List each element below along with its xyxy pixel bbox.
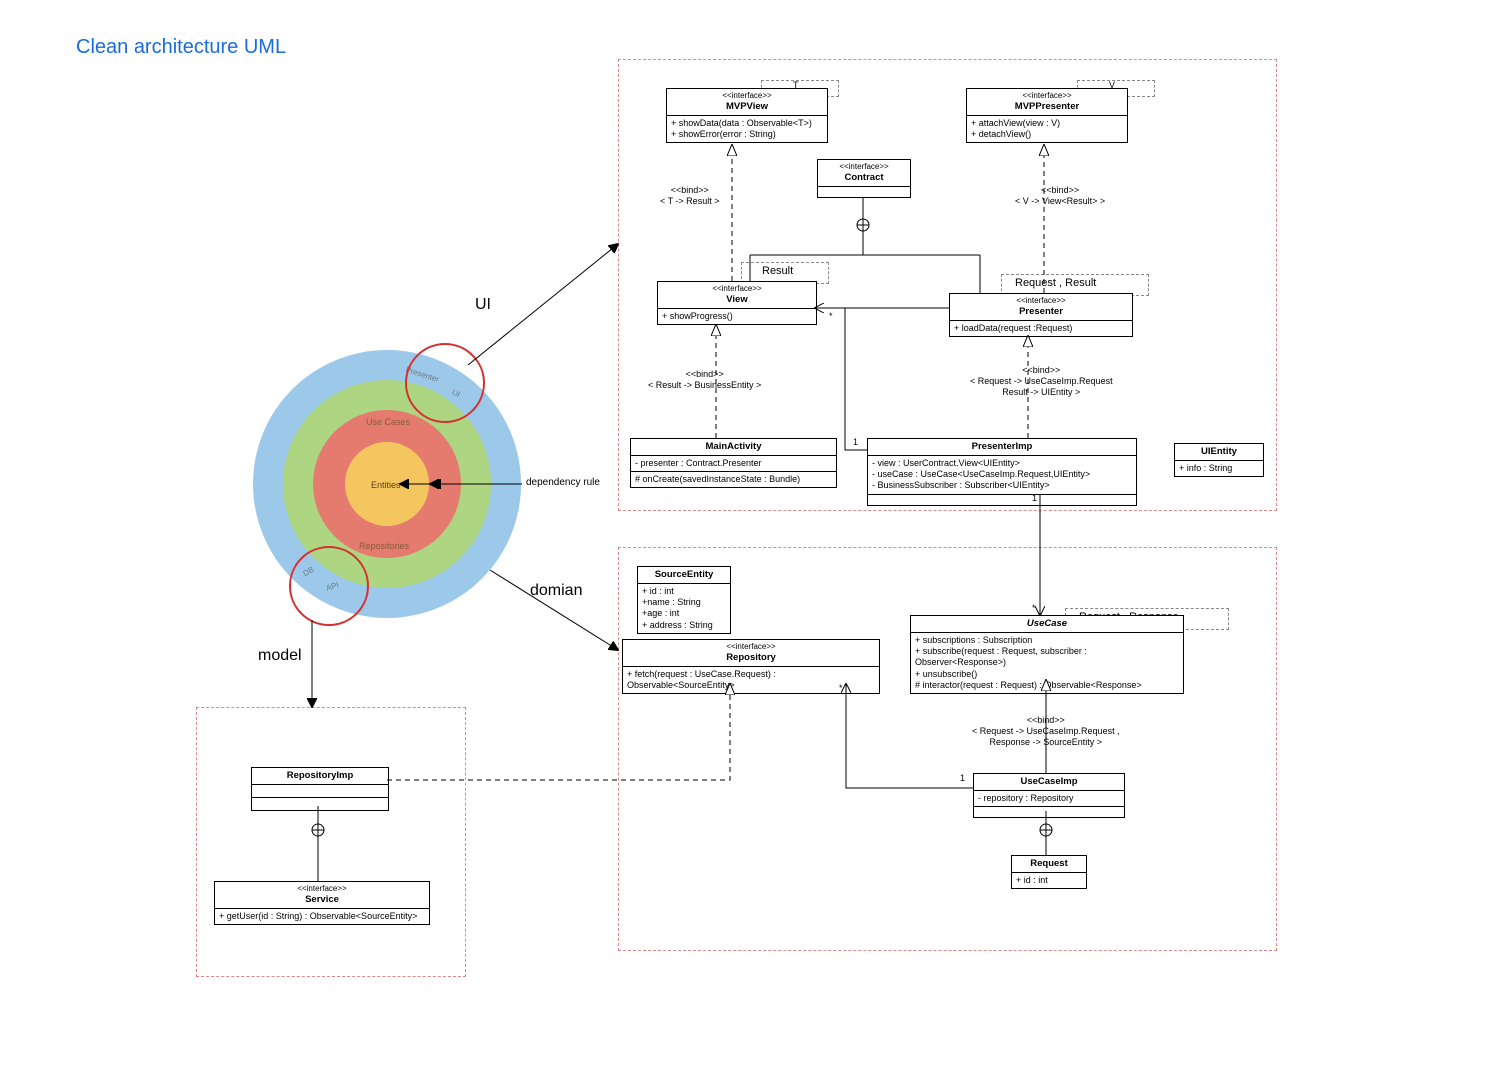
region-box-model bbox=[196, 707, 466, 977]
class-usecaseimp: UseCaseImp - repository : Repository bbox=[973, 773, 1125, 818]
stereo: <<interface>> bbox=[219, 884, 425, 894]
op: # onCreate(savedInstanceState : Bundle) bbox=[635, 474, 832, 485]
op: # interactor(request : Request) : Observ… bbox=[915, 680, 1179, 691]
op: + detachView() bbox=[971, 129, 1123, 140]
label-ui: UI bbox=[475, 296, 491, 314]
mult-1-b: 1 bbox=[1032, 493, 1037, 504]
tparam-reqres-label: Request , Result bbox=[1015, 277, 1096, 290]
label-domain: domian bbox=[530, 582, 582, 600]
attr: +name : String bbox=[642, 597, 726, 608]
stereo: <<interface>> bbox=[971, 91, 1123, 101]
name: UseCaseImp bbox=[978, 776, 1120, 788]
mult-star-c: * bbox=[839, 683, 843, 694]
class-mainactivity: MainActivity - presenter : Contract.Pres… bbox=[630, 438, 837, 488]
name: Request bbox=[1016, 858, 1082, 870]
mult-star-a: * bbox=[829, 311, 833, 322]
attr: +age : int bbox=[642, 608, 726, 619]
op: + subscriptions : Subscription bbox=[915, 635, 1179, 646]
attr: - presenter : Contract.Presenter bbox=[635, 458, 832, 469]
class-mvpview: <<interface>> MVPView + showData(data : … bbox=[666, 88, 828, 143]
ring-label-usecases: Use Cases bbox=[366, 417, 410, 427]
name: View bbox=[662, 294, 812, 306]
attr: + address : String bbox=[642, 620, 726, 631]
op: + unsubscribe() bbox=[915, 669, 1179, 680]
op: + showData(data : Observable<T>) bbox=[671, 118, 823, 129]
class-mvppresenter: <<interface>> MVPPresenter + attachView(… bbox=[966, 88, 1128, 143]
attr: - useCase : UseCase<UseCaseImp.Request,U… bbox=[872, 469, 1132, 480]
ann-bind-result-business: <<bind>>< Result -> BusinessEntity > bbox=[648, 369, 761, 391]
attr: + info : String bbox=[1179, 463, 1259, 474]
ring-label-repositories: Repositories bbox=[359, 541, 409, 551]
class-view: <<interface>> View + showProgress() bbox=[657, 281, 817, 325]
ann-bind-req-usecase: <<bind>>< Request -> UseCaseImp.RequestR… bbox=[970, 365, 1113, 397]
op: + loadData(request :Request) bbox=[954, 323, 1128, 334]
name: PresenterImp bbox=[872, 441, 1132, 453]
name: UseCase bbox=[915, 618, 1179, 630]
attr: + id : int bbox=[642, 586, 726, 597]
stereo: <<interface>> bbox=[954, 296, 1128, 306]
tparam-result-label: Result bbox=[762, 265, 793, 278]
class-contract: <<interface>> Contract bbox=[817, 159, 911, 198]
stereo: <<interface>> bbox=[822, 162, 906, 172]
class-repositoryimp: RepositoryImp bbox=[251, 767, 389, 811]
name: MVPView bbox=[671, 101, 823, 113]
label-model: model bbox=[258, 647, 302, 665]
op: + showError(error : String) bbox=[671, 129, 823, 140]
ann-bind-t-result: <<bind>>< T -> Result > bbox=[660, 185, 719, 207]
name: MVPPresenter bbox=[971, 101, 1123, 113]
attr: + id : int bbox=[1016, 875, 1082, 886]
diagram-title: Clean architecture UML bbox=[76, 36, 286, 59]
class-usecase: UseCase + subscriptions : Subscription +… bbox=[910, 615, 1184, 694]
ring-label-entities: Entities bbox=[371, 480, 401, 490]
mult-star-b: * bbox=[1032, 603, 1036, 614]
name: RepositoryImp bbox=[256, 770, 384, 782]
stereo: <<interface>> bbox=[671, 91, 823, 101]
name: UIEntity bbox=[1179, 446, 1259, 458]
op: + attachView(view : V) bbox=[971, 118, 1123, 129]
class-uientity: UIEntity + info : String bbox=[1174, 443, 1264, 477]
mult-1-c: 1 bbox=[960, 773, 965, 784]
op: + subscribe(request : Request, subscribe… bbox=[915, 646, 1179, 669]
ann-bind-v-view: <<bind>>< V -> View<Result> > bbox=[1015, 185, 1105, 207]
name: SourceEntity bbox=[642, 569, 726, 581]
op: + fetch(request : UseCase.Request) : Obs… bbox=[627, 669, 875, 692]
class-request: Request + id : int bbox=[1011, 855, 1087, 889]
red-ring-top bbox=[405, 343, 485, 423]
name: Repository bbox=[627, 652, 875, 664]
op: + showProgress() bbox=[662, 311, 812, 322]
name: MainActivity bbox=[635, 441, 832, 453]
name: Contract bbox=[822, 172, 906, 184]
name: Service bbox=[219, 894, 425, 906]
ann-bind-req-resp: <<bind>>< Request -> UseCaseImp.Request … bbox=[972, 715, 1120, 747]
name: Presenter bbox=[954, 306, 1128, 318]
op: + getUser(id : String) : Observable<Sour… bbox=[219, 911, 425, 922]
class-sourceentity: SourceEntity + id : int +name : String +… bbox=[637, 566, 731, 634]
attr: - BusinessSubscriber : Subscriber<UIEnti… bbox=[872, 480, 1132, 491]
red-ring-bottom bbox=[289, 546, 369, 626]
mult-1-a: 1 bbox=[853, 437, 858, 448]
attr: - view : UserContract.View<UIEntity> bbox=[872, 458, 1132, 469]
stereo: <<interface>> bbox=[627, 642, 875, 652]
class-presenterimp: PresenterImp - view : UserContract.View<… bbox=[867, 438, 1137, 506]
stereo: <<interface>> bbox=[662, 284, 812, 294]
attr: - repository : Repository bbox=[978, 793, 1120, 804]
class-service: <<interface>> Service + getUser(id : Str… bbox=[214, 881, 430, 925]
class-presenter: <<interface>> Presenter + loadData(reque… bbox=[949, 293, 1133, 337]
label-dependency-rule: dependency rule bbox=[526, 477, 600, 489]
